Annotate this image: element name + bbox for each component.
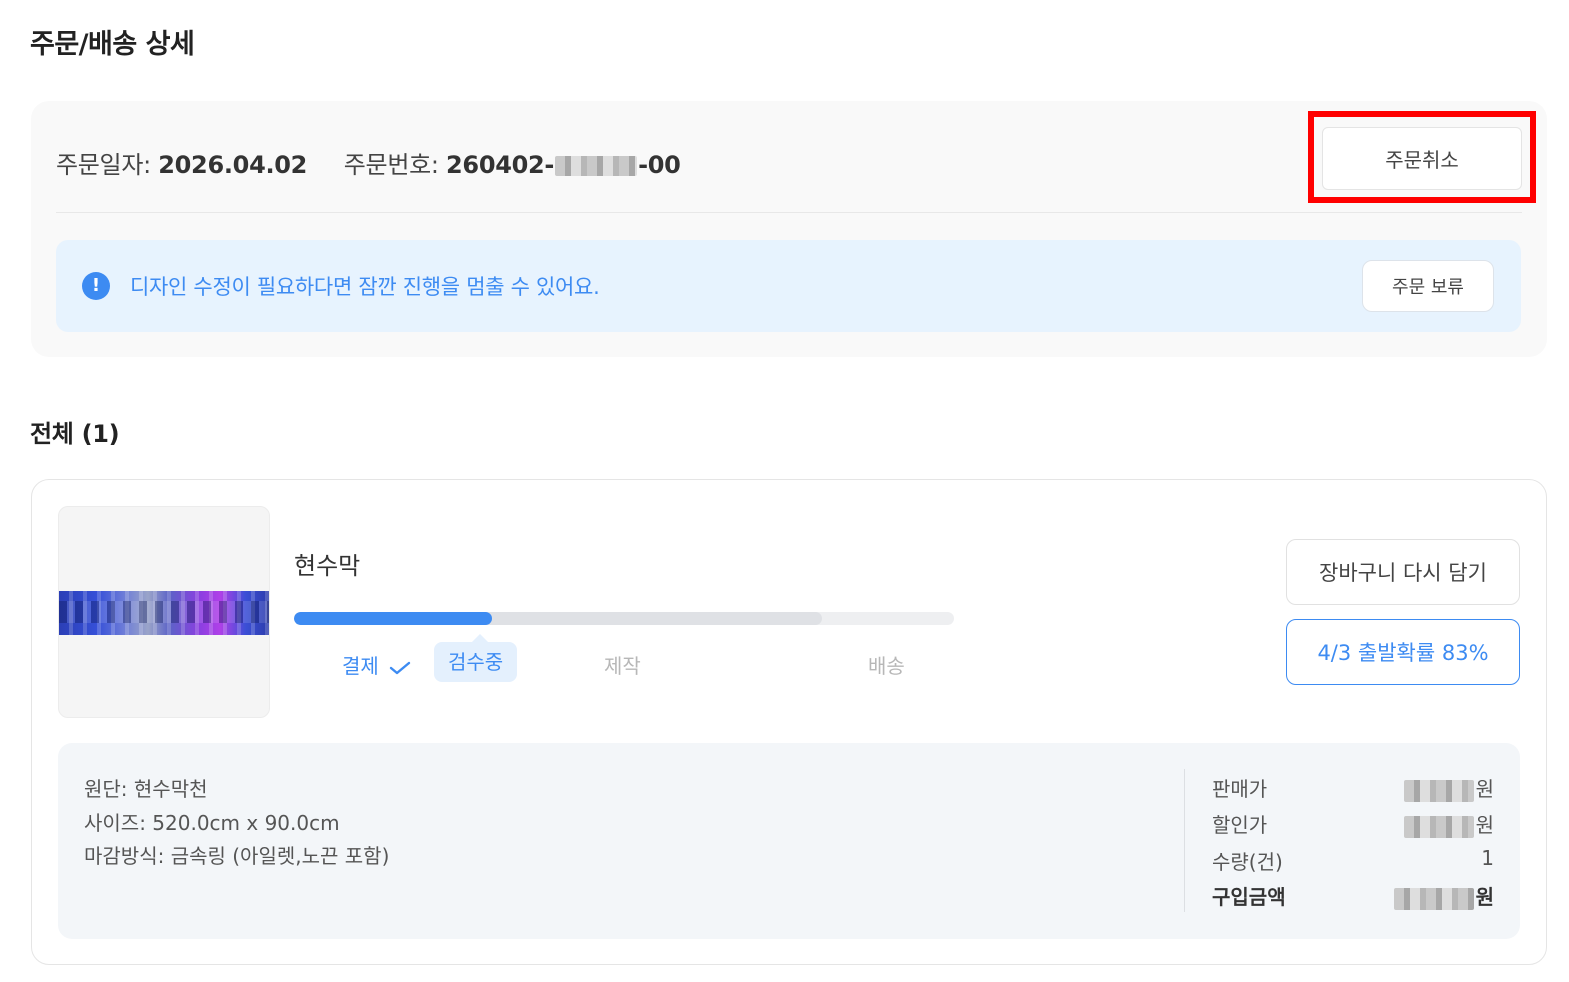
price-label-quantity: 수량(건)	[1212, 850, 1283, 874]
hold-order-button[interactable]: 주문 보류	[1362, 260, 1494, 312]
cancel-order-button[interactable]: 주문취소	[1322, 127, 1522, 190]
notice-bar: ! 디자인 수정이 필요하다면 잠깐 진행을 멈출 수 있어요. 주문 보류	[56, 240, 1521, 332]
step-production: 제작	[604, 654, 641, 678]
order-number-suffix: -00	[638, 151, 681, 179]
vertical-divider	[1184, 769, 1185, 912]
redacted-amount	[1403, 815, 1474, 838]
spec-fabric: 원단: 현수막천	[84, 777, 208, 801]
product-thumbnail[interactable]	[58, 506, 270, 718]
redacted-amount	[1393, 887, 1474, 910]
product-card: 현수막 결제 검수중 제작 배송 장바구니 다시 담기 4/3 출발확률 83%…	[31, 479, 1547, 965]
order-meta: 주문일자: 2026.04.02 주문번호: 260402- -00	[56, 145, 681, 180]
progress-track	[294, 612, 954, 625]
check-icon	[389, 661, 411, 674]
order-number-redacted	[555, 156, 638, 176]
order-detail-box: 원단: 현수막천 사이즈: 520.0cm x 90.0cm 마감방식: 금속링…	[58, 743, 1520, 939]
order-date-value: 2026.04.02	[158, 151, 308, 179]
price-label-discount: 할인가	[1212, 813, 1268, 837]
redacted-amount	[1403, 779, 1474, 802]
notice-text: 디자인 수정이 필요하다면 잠깐 진행을 멈출 수 있어요.	[130, 275, 600, 299]
spec-size: 사이즈: 520.0cm x 90.0cm	[84, 811, 340, 835]
progress-fill	[294, 612, 492, 625]
step-paid: 결제	[342, 650, 411, 679]
page-title: 주문/배송 상세	[30, 29, 195, 60]
banner-preview-image	[59, 591, 269, 635]
step-inspecting: 검수중	[434, 634, 518, 682]
section-title: 전체 (1)	[30, 420, 120, 448]
spec-finish: 마감방식: 금속링 (아일렛,노끈 포함)	[84, 844, 390, 868]
departure-probability-button[interactable]: 4/3 출발확률 83%	[1286, 619, 1520, 685]
price-value-sale: 원	[1403, 773, 1494, 802]
step-paid-label: 결제	[342, 654, 379, 678]
step-shipping: 배송	[868, 654, 905, 678]
price-label-sale: 판매가	[1212, 777, 1268, 801]
add-to-cart-again-button[interactable]: 장바구니 다시 담기	[1286, 539, 1520, 605]
product-name: 현수막	[294, 552, 361, 580]
order-number-label: 주문번호:	[343, 151, 439, 179]
order-number-prefix: 260402-	[446, 151, 555, 179]
price-value-discount: 원	[1403, 809, 1494, 838]
info-icon: !	[82, 272, 110, 300]
divider	[56, 212, 1522, 213]
price-value-total: 원	[1393, 881, 1494, 910]
price-value-quantity: 1	[1481, 846, 1494, 870]
order-summary-panel: 주문일자: 2026.04.02 주문번호: 260402- -00 주문취소 !…	[31, 101, 1547, 357]
order-date-label: 주문일자:	[56, 151, 151, 179]
price-label-total: 구입금액	[1212, 885, 1286, 909]
